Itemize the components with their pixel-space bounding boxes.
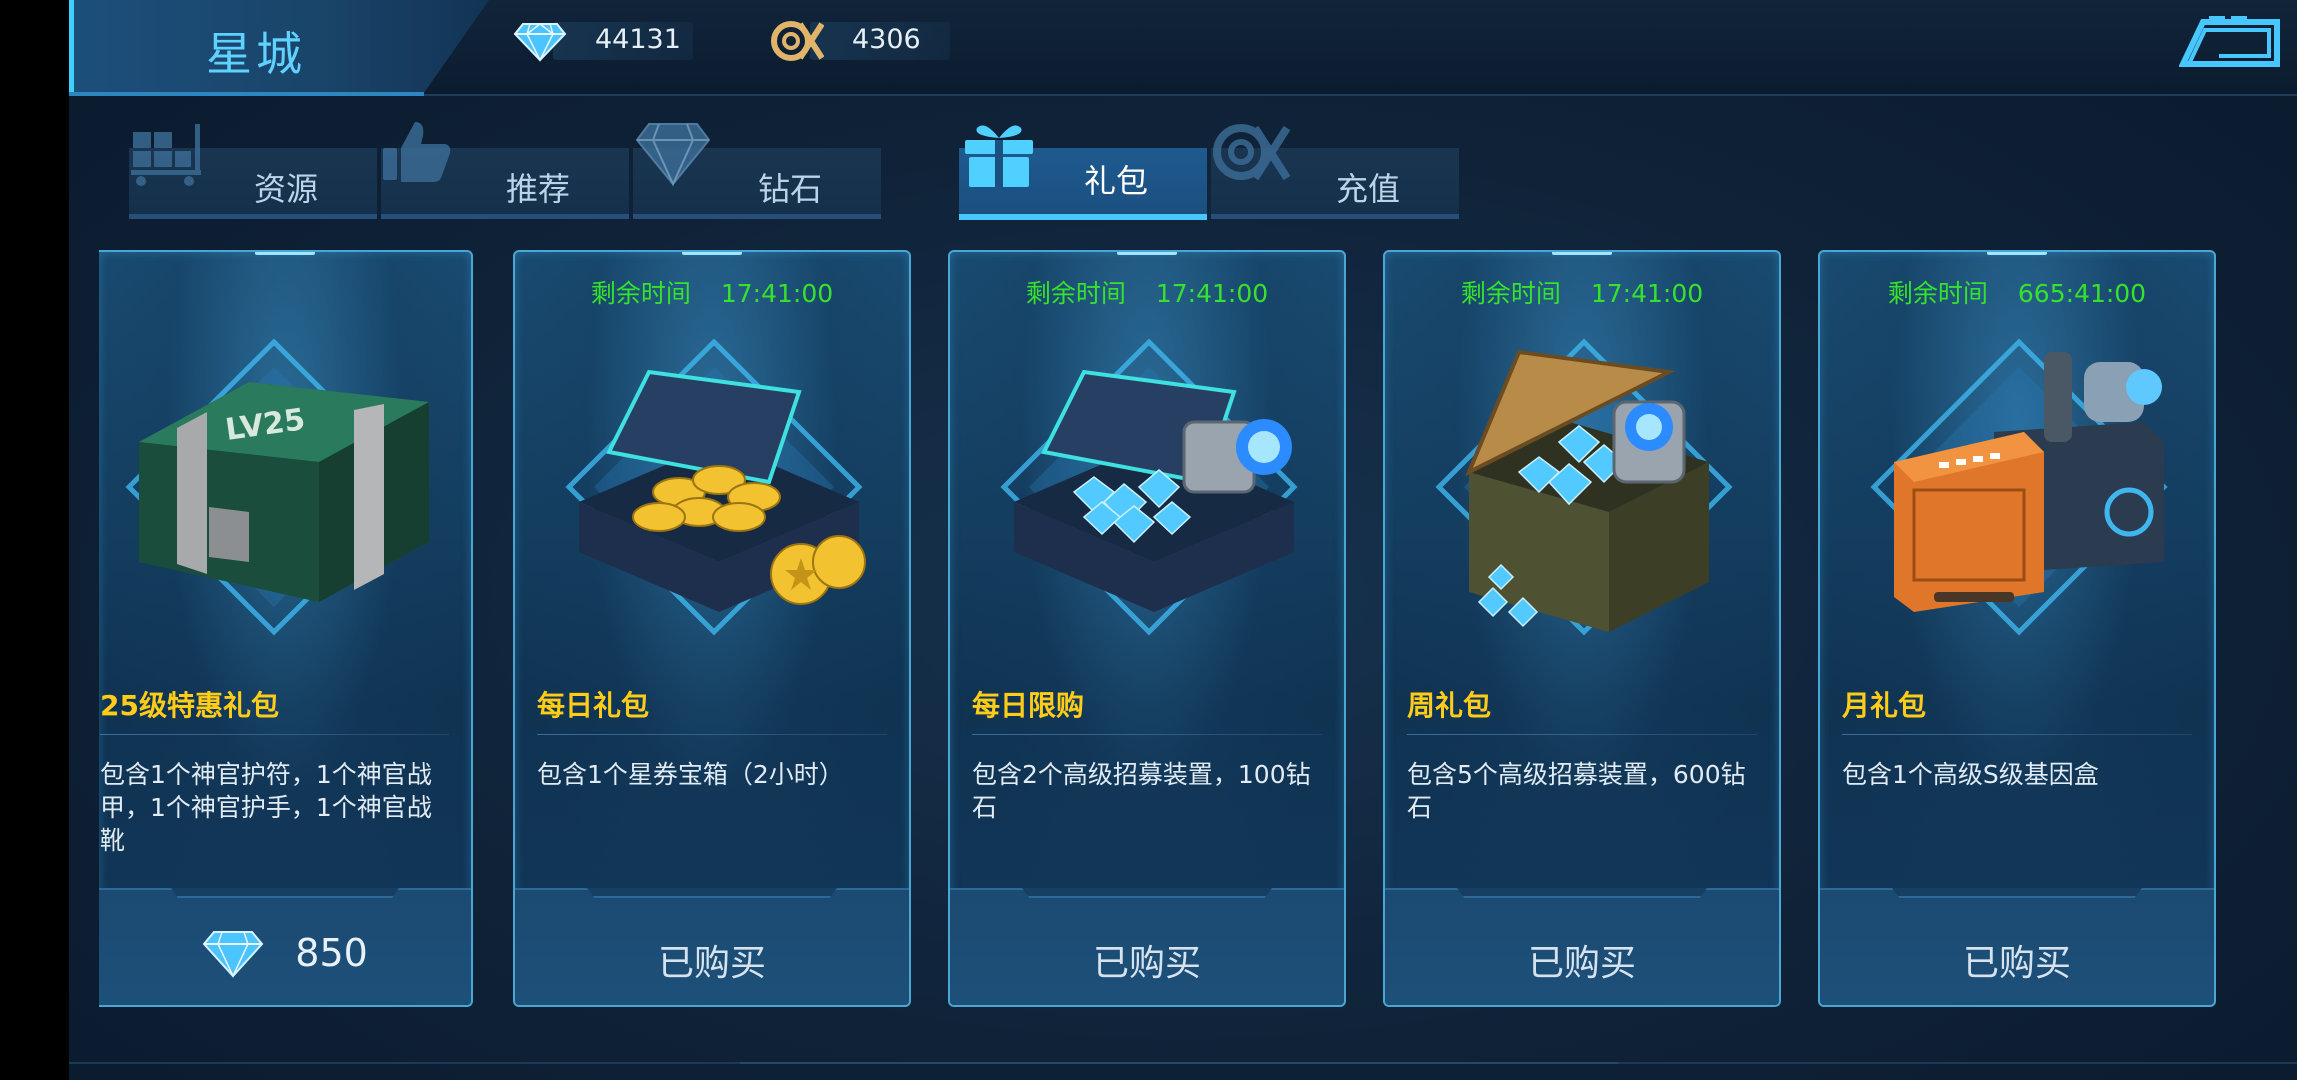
remaining-time-value: 665:41:00 (2017, 279, 2147, 308)
crystal-crate-icon (1435, 338, 1733, 636)
gift-pack-card[interactable]: 剩余时间 17:41:00 周礼包 包含5个高级招募装置，600钻石 已购买 (1383, 250, 1781, 1007)
remaining-time-label: 剩余时间 (1887, 279, 1988, 308)
buy-button-notch (171, 888, 399, 898)
remaining-time-label: 剩余时间 (590, 279, 691, 308)
gift-pack-description: 包含5个高级招募装置，600钻石 (1407, 760, 1746, 822)
gem-balance[interactable]: 44131 (513, 20, 773, 62)
remaining-time-value: 17:41:00 (720, 279, 834, 308)
gift-pack-card[interactable]: 剩余时间 17:41:00 每日限购 包含2个高级招募装置，100钻石 已购买 (948, 250, 1346, 1007)
category-tabs: 资源 推荐 钻石 礼包 充值 (129, 118, 1469, 220)
divider (537, 734, 887, 735)
coin-icon (771, 21, 824, 61)
tab-underline (959, 214, 1207, 220)
purchased-button[interactable]: 已购买 (950, 888, 1344, 1005)
title-plate-accent (69, 0, 74, 96)
gift-pack-name: 每日限购 (972, 689, 1085, 722)
gift-pack-description: 包含1个星券宝箱（2小时） (537, 760, 844, 789)
remaining-time-value: 17:41:00 (1155, 279, 1269, 308)
tab-underline (1211, 214, 1459, 219)
diamond-icon (202, 931, 264, 978)
gene-box-icon (1870, 338, 2168, 636)
page-title: 星城 (206, 27, 306, 81)
divider (1407, 734, 1757, 735)
purchased-button[interactable]: 已购买 (1385, 888, 1779, 1005)
top-bar: 星城 44131 4306 (69, 0, 2297, 96)
purchased-label: 已购买 (657, 943, 766, 984)
gift-pack-name: 月礼包 (1842, 689, 1927, 722)
remaining-time: 剩余时间 665:41:00 (1820, 274, 2214, 310)
remaining-time-label: 剩余时间 (1460, 279, 1561, 308)
tab-label: 资源 (254, 170, 319, 208)
divider (972, 734, 1322, 735)
coin-balance[interactable]: 4306 (770, 20, 1030, 62)
buy-button-notch (1457, 888, 1707, 898)
buy-button[interactable]: 850 (99, 888, 471, 1005)
buy-button-notch (1892, 888, 2142, 898)
tab-underline (381, 214, 629, 219)
screen: 星城 44131 4306 资源 推荐 钻石 礼包 充值 LV25 25级特惠礼… (0, 0, 2297, 1080)
purchased-label: 已购买 (1962, 943, 2071, 984)
price-value: 850 (295, 931, 368, 975)
gift-pack-description: 包含1个神官护符，1个神官战甲，1个神官护手，1个神官战靴 (100, 760, 432, 855)
diamond-chest-icon (1000, 338, 1298, 636)
gift-pack-description: 包含2个高级招募装置，100钻石 (972, 760, 1311, 822)
bottom-rail (69, 1060, 2297, 1080)
price: 850 (99, 926, 471, 986)
tab-gift-packs[interactable]: 礼包 (959, 118, 1207, 220)
remaining-time: 剩余时间 17:41:00 (515, 274, 909, 310)
tab-resources[interactable]: 资源 (129, 118, 377, 220)
purchased-button[interactable]: 已购买 (1820, 888, 2214, 1005)
tab-label: 推荐 (506, 170, 571, 208)
tab-underline (633, 214, 881, 219)
divider (100, 734, 449, 735)
buy-button-notch (1022, 888, 1272, 898)
tab-label: 钻石 (758, 170, 823, 208)
tab-underline (129, 214, 377, 219)
gift-pack-list: LV25 25级特惠礼包 包含1个神官护符，1个神官战甲，1个神官护手，1个神官… (69, 250, 2297, 1010)
title-plate-underline (69, 92, 424, 96)
tab-recharge[interactable]: 充值 (1211, 118, 1459, 220)
shop-window: 星城 44131 4306 资源 推荐 钻石 礼包 充值 LV25 25级特惠礼… (69, 0, 2297, 1080)
divider (1842, 734, 2192, 735)
gem-count: 44131 (595, 24, 681, 55)
purchased-label: 已购买 (1092, 943, 1201, 984)
coin-chest-icon (565, 338, 866, 636)
tab-recommended[interactable]: 推荐 (381, 118, 629, 220)
diamond-icon (513, 23, 567, 62)
gift-pack-name: 25级特惠礼包 (100, 689, 279, 722)
gift-icon (965, 125, 1033, 187)
diamond-icon (635, 123, 711, 187)
crates-icon (131, 124, 201, 186)
purchased-label: 已购买 (1527, 943, 1636, 984)
gift-pack-card[interactable]: 剩余时间 665:41:00 月礼包 包含1个高级S级基因盒 已购买 (1818, 250, 2216, 1007)
remaining-time: 剩余时间 17:41:00 (950, 274, 1344, 310)
gift-pack-card[interactable]: LV25 25级特惠礼包 包含1个神官护符，1个神官战甲，1个神官护手，1个神官… (99, 250, 473, 1007)
remaining-time-label: 剩余时间 (1025, 279, 1126, 308)
remaining-time: 剩余时间 17:41:00 (1385, 274, 1779, 310)
tab-label: 礼包 (1084, 162, 1149, 200)
gift-pack-description: 包含1个高级S级基因盒 (1842, 760, 2099, 789)
gift-pack-name: 周礼包 (1407, 689, 1492, 722)
back-button[interactable] (2179, 14, 2283, 70)
rail-center-plate (739, 1062, 1619, 1080)
remaining-time-value: 17:41:00 (1590, 279, 1704, 308)
gift-pack-card[interactable]: 剩余时间 17:41:00 每日礼包 包含1个星券宝箱（2小时） 已购买 (513, 250, 911, 1007)
coin-count: 4306 (852, 24, 921, 55)
tab-label: 充值 (1336, 170, 1401, 208)
buy-button-notch (587, 888, 837, 898)
coin-icon (1213, 124, 1291, 181)
purchased-button[interactable]: 已购买 (515, 888, 909, 1005)
tab-diamonds[interactable]: 钻石 (633, 118, 881, 220)
gift-pack-name: 每日礼包 (537, 689, 650, 722)
thumbs-up-icon (383, 122, 451, 182)
lv25-chest-icon: LV25 (125, 338, 429, 636)
